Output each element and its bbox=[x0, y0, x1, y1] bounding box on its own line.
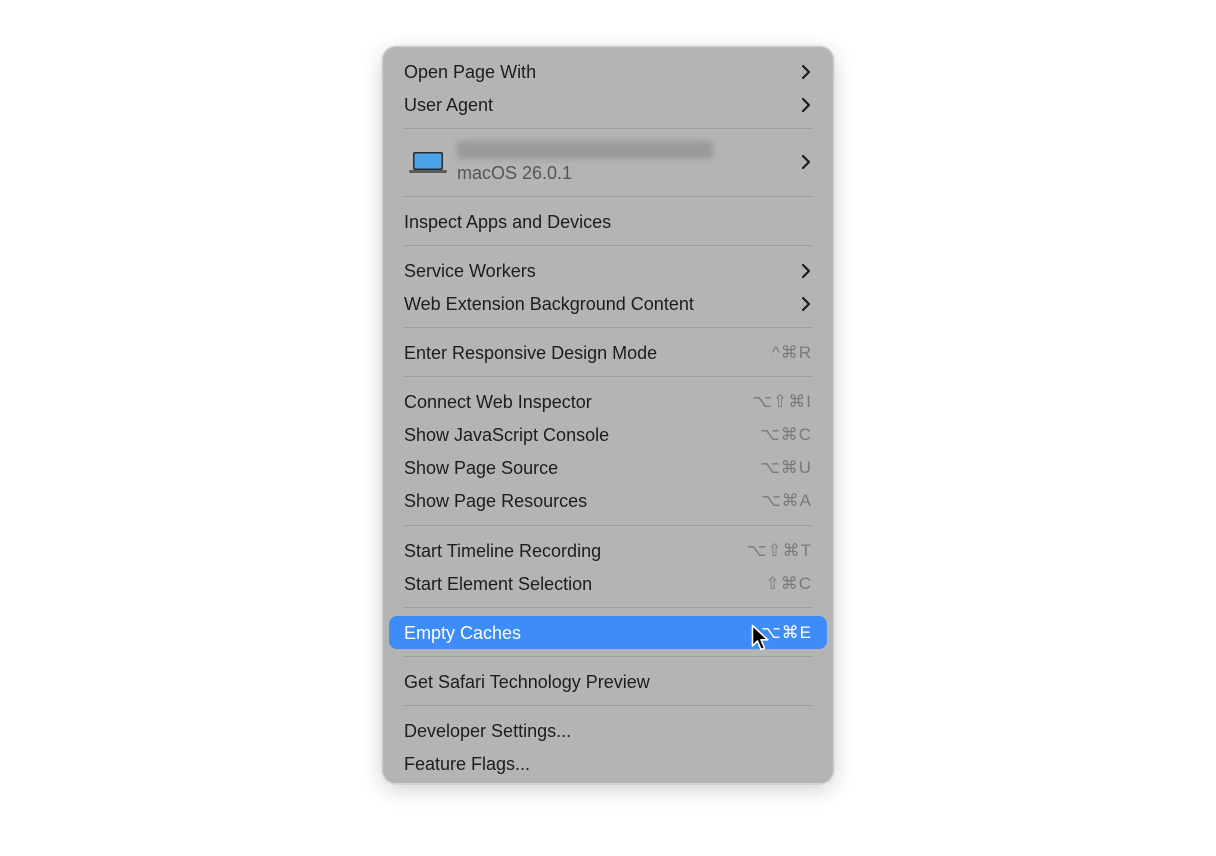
menu-item-label: Show Page Resources bbox=[404, 491, 588, 511]
menu-item-label: Developer Settings... bbox=[404, 721, 572, 741]
menu-separator bbox=[404, 705, 812, 706]
keyboard-shortcut: ⌥⇧⌘T bbox=[746, 541, 812, 560]
menu-item-label: Open Page With bbox=[404, 62, 537, 82]
developer-context-menu: Open Page With User Agent macOS 26.0.1 I… bbox=[382, 46, 834, 784]
menu-item-user-agent[interactable]: User Agent bbox=[389, 88, 827, 121]
menu-item-label: Enter Responsive Design Mode bbox=[404, 343, 658, 363]
menu-item-label: Inspect Apps and Devices bbox=[404, 212, 612, 232]
menu-item-label: Start Element Selection bbox=[404, 574, 593, 594]
menu-separator bbox=[404, 656, 812, 657]
mouse-pointer-icon bbox=[751, 624, 769, 651]
device-name-redacted bbox=[457, 141, 713, 159]
menu-item-safari-technology-preview[interactable]: Get Safari Technology Preview bbox=[389, 665, 827, 698]
laptop-icon bbox=[409, 152, 447, 173]
menu-item-connected-device[interactable]: macOS 26.0.1 bbox=[389, 135, 827, 189]
menu-item-timeline-recording[interactable]: Start Timeline Recording ⌥⇧⌘T bbox=[389, 534, 827, 567]
menu-item-page-source[interactable]: Show Page Source ⌥⌘U bbox=[389, 451, 827, 484]
menu-item-page-resources[interactable]: Show Page Resources ⌥⌘A bbox=[389, 484, 827, 517]
menu-item-javascript-console[interactable]: Show JavaScript Console ⌥⌘C bbox=[389, 418, 827, 451]
chevron-right-icon bbox=[801, 296, 811, 312]
menu-item-label: User Agent bbox=[404, 95, 494, 115]
menu-item-label: Feature Flags... bbox=[404, 754, 531, 774]
device-os-version: macOS 26.0.1 bbox=[457, 163, 573, 183]
menu-item-web-extension-background[interactable]: Web Extension Background Content bbox=[389, 287, 827, 320]
menu-item-label: Empty Caches bbox=[404, 623, 522, 643]
chevron-right-icon bbox=[801, 263, 811, 279]
chevron-right-icon bbox=[801, 97, 811, 113]
menu-separator bbox=[404, 128, 812, 129]
menu-separator bbox=[404, 376, 812, 377]
chevron-right-icon bbox=[801, 154, 811, 170]
keyboard-shortcut: ⌥⌘A bbox=[761, 491, 812, 510]
menu-item-label: Show JavaScript Console bbox=[404, 425, 610, 445]
menu-item-element-selection[interactable]: Start Element Selection ⇧⌘C bbox=[389, 567, 827, 600]
keyboard-shortcut: ⌥⌘U bbox=[760, 458, 812, 477]
menu-item-label: Get Safari Technology Preview bbox=[404, 672, 650, 692]
menu-separator bbox=[404, 327, 812, 328]
menu-item-feature-flags[interactable]: Feature Flags... bbox=[389, 747, 827, 780]
chevron-right-icon bbox=[801, 64, 811, 80]
menu-item-label: Web Extension Background Content bbox=[404, 294, 694, 314]
menu-item-inspect-apps[interactable]: Inspect Apps and Devices bbox=[389, 205, 827, 238]
menu-separator bbox=[404, 607, 812, 608]
menu-separator bbox=[404, 196, 812, 197]
menu-item-label: Service Workers bbox=[404, 261, 536, 281]
menu-item-connect-web-inspector[interactable]: Connect Web Inspector ⌥⇧⌘I bbox=[389, 385, 827, 418]
menu-item-developer-settings[interactable]: Developer Settings... bbox=[389, 714, 827, 747]
menu-item-label: Start Timeline Recording bbox=[404, 541, 602, 561]
keyboard-shortcut: ⌥⇧⌘I bbox=[752, 392, 812, 411]
menu-item-label: Show Page Source bbox=[404, 458, 559, 478]
menu-item-responsive-design[interactable]: Enter Responsive Design Mode ^⌘R bbox=[389, 336, 827, 369]
menu-separator bbox=[404, 245, 812, 246]
menu-item-service-workers[interactable]: Service Workers bbox=[389, 254, 827, 287]
menu-separator bbox=[404, 525, 812, 526]
menu-item-open-page-with[interactable]: Open Page With bbox=[389, 55, 827, 88]
keyboard-shortcut: ⇧⌘C bbox=[765, 574, 812, 593]
keyboard-shortcut: ⌥⌘C bbox=[760, 425, 812, 444]
menu-item-label: Connect Web Inspector bbox=[404, 392, 592, 412]
keyboard-shortcut: ^⌘R bbox=[771, 343, 812, 362]
